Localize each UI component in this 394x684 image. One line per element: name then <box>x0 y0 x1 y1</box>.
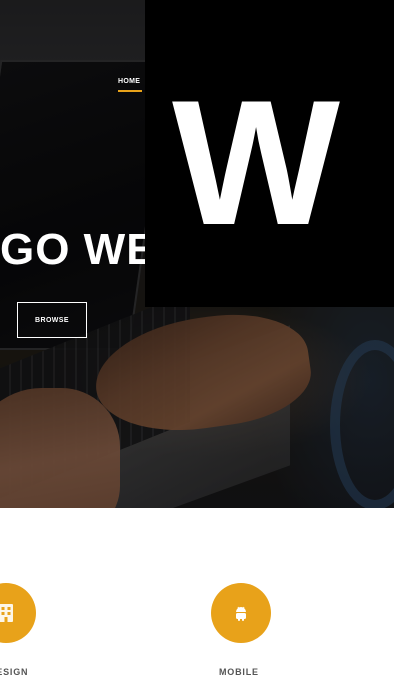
android-icon <box>236 606 246 621</box>
building-icon <box>0 604 13 622</box>
page: HOME GO WE BROWSE W DESIGN MOBILE <box>0 0 394 684</box>
design-service-label: DESIGN <box>0 667 29 677</box>
overlay-letter: W <box>172 63 341 262</box>
nav-active-indicator <box>118 90 142 92</box>
design-service-button[interactable] <box>0 583 36 643</box>
hero-title: GO WE <box>0 225 157 274</box>
nav-link-home[interactable]: HOME <box>118 78 140 85</box>
browse-button[interactable]: BROWSE <box>17 302 87 338</box>
mobile-service-label: MOBILE <box>219 667 259 677</box>
mobile-service-button[interactable] <box>211 583 271 643</box>
